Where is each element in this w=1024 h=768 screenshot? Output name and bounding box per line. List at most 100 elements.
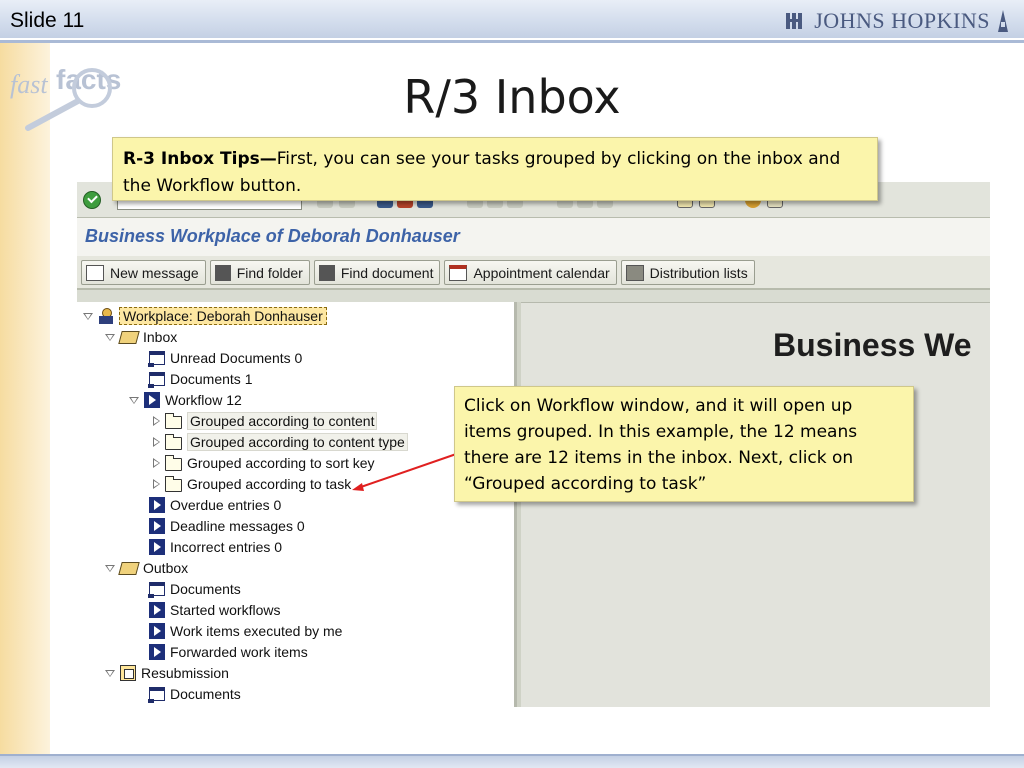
resub-documents-label: Documents [170, 686, 241, 702]
tree-node-executed-by-me[interactable]: Work items executed by me [149, 621, 342, 641]
grouped-sort-key-label: Grouped according to sort key [187, 455, 375, 471]
expand-open-icon[interactable] [83, 312, 93, 320]
tree-node-grouped-content-type[interactable]: Grouped according to content type [153, 432, 408, 452]
tree-node-incorrect[interactable]: Incorrect entries 0 [149, 537, 282, 557]
folder-icon [165, 475, 182, 492]
workflow-icon [149, 644, 165, 660]
distribution-icon [625, 264, 644, 281]
workflow-icon [144, 392, 160, 408]
tree-node-forwarded[interactable]: Forwarded work items [149, 642, 308, 662]
workplace-title: Business Workplace of Deborah Donhauser [77, 218, 990, 256]
workflow-label: Workflow 12 [165, 392, 242, 408]
expand-closed-icon[interactable] [153, 458, 160, 468]
open-folder-icon [118, 561, 140, 575]
expand-open-icon[interactable] [105, 333, 115, 341]
tree-node-deadline[interactable]: Deadline messages 0 [149, 516, 305, 536]
document-icon [148, 687, 165, 703]
find-folder-label: Find folder [236, 264, 303, 281]
workflow-icon [149, 539, 165, 555]
header-divider [0, 40, 1024, 43]
binoculars-icon [214, 264, 231, 281]
deadline-label: Deadline messages 0 [170, 518, 305, 534]
workflow-icon [149, 623, 165, 639]
executed-by-me-label: Work items executed by me [170, 623, 343, 639]
documents-label: Documents 1 [170, 371, 253, 387]
tree-node-resub-documents[interactable]: Documents [148, 684, 241, 704]
find-document-label: Find document [340, 264, 434, 281]
workplace-icon [98, 308, 114, 324]
find-folder-button[interactable]: Find folder [209, 260, 310, 285]
tree-node-overdue[interactable]: Overdue entries 0 [149, 495, 281, 515]
started-workflows-label: Started workflows [170, 602, 281, 618]
grouped-task-label: Grouped according to task [187, 476, 352, 492]
expand-closed-icon[interactable] [153, 416, 160, 426]
overdue-label: Overdue entries 0 [170, 497, 282, 513]
grouped-content-label: Grouped according to content [187, 412, 378, 430]
folder-icon [165, 412, 182, 429]
workflow-icon [149, 497, 165, 513]
enter-check-icon[interactable] [83, 191, 101, 209]
tree-node-documents[interactable]: Documents 1 [148, 369, 253, 389]
new-message-button[interactable]: New message [81, 260, 206, 285]
slide-footer-bar [0, 754, 1024, 768]
content-pane-title: Business We [773, 327, 972, 363]
folder-icon [165, 433, 182, 450]
tree-node-resubmission[interactable]: Resubmission [105, 663, 229, 683]
outbox-documents-label: Documents [170, 581, 241, 597]
appointment-calendar-label: Appointment calendar [473, 264, 610, 281]
resubmission-label: Resubmission [141, 665, 229, 681]
tree-node-workplace[interactable]: Workplace: Deborah Donhauser [83, 306, 327, 326]
content-pane: Business We [521, 302, 990, 707]
forwarded-label: Forwarded work items [170, 644, 308, 660]
tree-node-inbox[interactable]: Inbox [105, 327, 177, 347]
new-message-icon [86, 264, 104, 281]
tree-node-started-workflows[interactable]: Started workflows [149, 600, 280, 620]
johns-hopkins-logo: JOHNS HOPKINS [786, 8, 1010, 34]
workplace-label: Workplace: Deborah Donhauser [119, 307, 327, 325]
appointment-calendar-button[interactable]: Appointment calendar [444, 260, 617, 285]
tower-icon [998, 10, 1008, 32]
distribution-lists-label: Distribution lists [649, 264, 748, 281]
find-document-button[interactable]: Find document [313, 260, 441, 285]
expand-open-icon[interactable] [105, 564, 115, 572]
workflow-callout: Click on Workflow window, and it will op… [454, 386, 914, 502]
expand-closed-icon[interactable] [153, 437, 160, 447]
outbox-label: Outbox [143, 560, 189, 576]
logo-text: JOHNS HOPKINS [814, 8, 990, 33]
tip-callout: R-3 Inbox Tips—First, you can see your t… [112, 137, 878, 201]
jh-shield-icon [786, 11, 808, 31]
unread-label: Unread Documents 0 [170, 350, 303, 366]
document-icon [148, 582, 165, 598]
incorrect-label: Incorrect entries 0 [170, 539, 283, 555]
tip-heading: R-3 Inbox Tips— [123, 149, 277, 169]
workplace-button-bar: New message Find folder Find document Ap… [77, 256, 990, 290]
workflow-icon [149, 602, 165, 618]
tree-node-outbox-documents[interactable]: Documents [148, 579, 241, 599]
slide-header: Slide 11 JOHNS HOPKINS [0, 0, 1024, 40]
tree-node-outbox[interactable]: Outbox [105, 558, 188, 578]
tree-node-workflow[interactable]: Workflow 12 [129, 390, 242, 410]
resubmission-icon [120, 665, 136, 681]
new-message-label: New message [110, 264, 199, 281]
workflow-icon [149, 518, 165, 534]
tree-node-grouped-sort-key[interactable]: Grouped according to sort key [153, 453, 375, 473]
open-folder-icon [118, 330, 140, 344]
expand-open-icon[interactable] [129, 396, 139, 404]
tree-node-unread[interactable]: Unread Documents 0 [148, 348, 303, 368]
expand-closed-icon[interactable] [153, 479, 160, 489]
slide-number: Slide 11 [10, 9, 85, 32]
calendar-icon [449, 264, 468, 281]
tree-node-grouped-content[interactable]: Grouped according to content [153, 411, 378, 431]
folder-icon [165, 454, 182, 471]
expand-open-icon[interactable] [105, 669, 115, 677]
document-icon [148, 372, 165, 388]
workflow-callout-text: Click on Workflow window, and it will op… [464, 396, 858, 494]
document-icon [148, 351, 165, 367]
tree-node-grouped-task[interactable]: Grouped according to task [153, 474, 351, 494]
binoculars-icon [318, 264, 335, 281]
grouped-content-type-label: Grouped according to content type [187, 433, 408, 451]
workplace-tree: Workplace: Deborah Donhauser Inbox Unrea… [77, 302, 517, 707]
slide-title: R/3 Inbox [403, 70, 621, 124]
distribution-lists-button[interactable]: Distribution lists [620, 260, 755, 285]
inbox-label: Inbox [143, 329, 178, 345]
